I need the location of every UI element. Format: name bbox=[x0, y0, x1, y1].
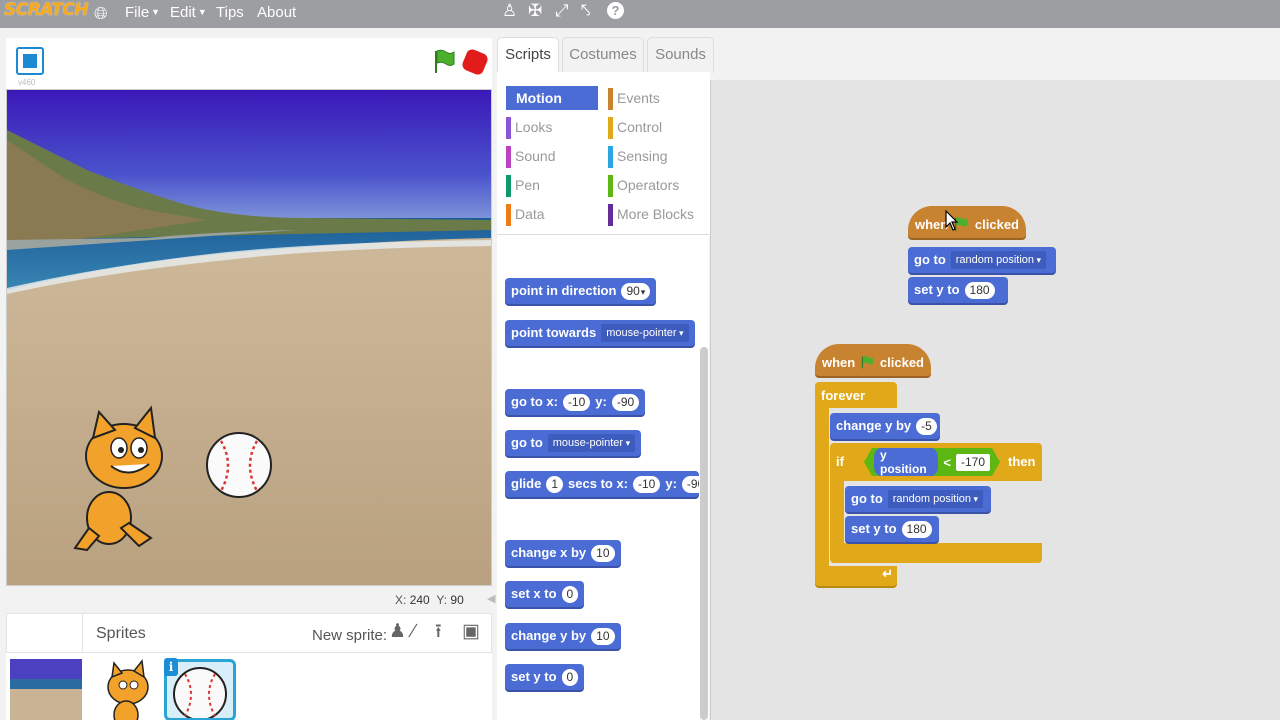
beach-thumbnail bbox=[10, 659, 82, 720]
y-position-reporter[interactable]: y position bbox=[874, 447, 938, 477]
stage-thumbnail-area[interactable] bbox=[7, 614, 83, 654]
loop-arrow-icon: ↵ bbox=[882, 566, 893, 581]
scratch-logo[interactable]: SCRATCH bbox=[4, 0, 89, 20]
block-go-to[interactable]: go to mouse-pointer bbox=[505, 430, 642, 456]
when-flag-clicked-hat-1[interactable]: when clicked bbox=[908, 206, 1026, 238]
file-menu[interactable]: File ▼ bbox=[125, 4, 160, 21]
block-set-x[interactable]: set x to 0 bbox=[505, 581, 585, 607]
stage-thumbnail[interactable] bbox=[10, 659, 82, 720]
cut-icon[interactable]: ✠ bbox=[528, 2, 542, 19]
forever-arm bbox=[815, 408, 829, 568]
sprite-thumbnail-cat[interactable] bbox=[88, 659, 160, 720]
language-globe-icon[interactable]: 🌐︎ bbox=[94, 5, 108, 22]
sprite-list: i bbox=[6, 653, 492, 720]
mouse-cursor-icon bbox=[945, 210, 959, 231]
palette-scrollbar[interactable] bbox=[700, 347, 708, 720]
block-glide[interactable]: glide1secs to x:-10y:-90 bbox=[505, 471, 699, 497]
green-flag-icon bbox=[862, 356, 874, 369]
shrink-icon[interactable]: ⤣ bbox=[581, 2, 591, 19]
category-events[interactable]: Events bbox=[608, 86, 660, 111]
green-flag-icon[interactable] bbox=[432, 48, 456, 74]
color-bar bbox=[608, 204, 613, 227]
help-icon[interactable]: ? bbox=[607, 2, 624, 19]
forever-bottom: ↵ bbox=[815, 566, 897, 586]
fullscreen-icon[interactable] bbox=[16, 47, 44, 75]
mouse-x-value: 240 bbox=[409, 593, 430, 607]
color-bar bbox=[608, 175, 613, 198]
color-bar bbox=[506, 117, 511, 140]
choose-sprite-library-icon[interactable]: ♟ bbox=[389, 622, 406, 641]
category-looks[interactable]: Looks bbox=[506, 115, 552, 140]
if-arm bbox=[830, 481, 844, 543]
set-y-block-2[interactable]: set y to 180 bbox=[845, 516, 939, 542]
color-bar bbox=[608, 117, 613, 140]
version-label: v460 bbox=[18, 78, 36, 87]
color-bar bbox=[608, 146, 613, 169]
if-then-block[interactable]: if y position < -170 then bbox=[830, 443, 1042, 481]
block-change-x[interactable]: change x by 10 bbox=[505, 540, 621, 566]
tips-menu[interactable]: Tips bbox=[216, 4, 244, 21]
beach-backdrop bbox=[7, 90, 491, 585]
chevron-down-icon: ▼ bbox=[151, 7, 161, 17]
category-more-blocks[interactable]: More Blocks bbox=[608, 202, 694, 227]
tab-scripts[interactable]: Scripts bbox=[497, 37, 559, 73]
go-to-random-block-2[interactable]: go to random position bbox=[845, 486, 991, 512]
collapse-arrow-icon[interactable]: ◀ bbox=[487, 592, 495, 605]
color-bar bbox=[608, 88, 613, 111]
block-point-in-direction[interactable]: point in direction 90 bbox=[505, 278, 657, 304]
change-y-block[interactable]: change y by -5 bbox=[830, 413, 940, 439]
about-menu[interactable]: About bbox=[257, 4, 296, 21]
category-control[interactable]: Control bbox=[608, 115, 662, 140]
new-sprite-label: New sprite: bbox=[312, 627, 388, 644]
block-point-towards[interactable]: point towards mouse-pointer bbox=[505, 320, 695, 346]
go-to-random-block-1[interactable]: go to random position bbox=[908, 247, 1056, 273]
less-than-operator[interactable]: y position < -170 bbox=[864, 448, 1000, 476]
paint-new-sprite-icon[interactable]: ∕ bbox=[412, 622, 415, 641]
duplicate-icon[interactable]: ♙ bbox=[502, 2, 517, 19]
block-change-y[interactable]: change y by 10 bbox=[505, 623, 621, 649]
sprites-heading: Sprites bbox=[96, 625, 146, 642]
category-data[interactable]: Data bbox=[506, 202, 545, 227]
script-area[interactable] bbox=[710, 80, 1280, 720]
set-y-block-1[interactable]: set y to 180 bbox=[908, 277, 1008, 303]
when-flag-clicked-hat-2[interactable]: when clicked bbox=[815, 344, 931, 376]
color-bar bbox=[506, 204, 511, 227]
edit-menu[interactable]: Edit ▼ bbox=[170, 4, 207, 21]
category-operators[interactable]: Operators bbox=[608, 173, 679, 198]
stage-canvas[interactable] bbox=[6, 89, 492, 586]
stage-header: v460 bbox=[6, 38, 492, 90]
grow-icon[interactable]: ⤢ bbox=[555, 2, 569, 19]
color-bar bbox=[506, 146, 511, 169]
cat-thumbnail bbox=[107, 659, 149, 720]
category-sensing[interactable]: Sensing bbox=[608, 144, 668, 169]
category-sound[interactable]: Sound bbox=[506, 144, 555, 169]
menu-bar: SCRATCH 🌐︎ File ▼ Edit ▼ Tips About ♙ ✠ ⤢ … bbox=[0, 0, 1280, 28]
mouse-coords: X: 240 Y: 90 bbox=[395, 593, 464, 607]
sprite-pane-header: Sprites New sprite: ♟ ∕ ⭱ ▣ bbox=[6, 613, 492, 654]
block-go-to-xy[interactable]: go to x: -10 y: -90 bbox=[505, 389, 646, 415]
color-bar bbox=[506, 175, 511, 198]
scratch-editor: SCRATCH 🌐︎ File ▼ Edit ▼ Tips About ♙ ✠ ⤢ … bbox=[0, 0, 1280, 720]
baseball-sprite[interactable] bbox=[206, 432, 272, 498]
tab-costumes[interactable]: Costumes bbox=[562, 37, 644, 73]
camera-icon[interactable]: ▣ bbox=[462, 622, 480, 641]
category-pen[interactable]: Pen bbox=[506, 173, 540, 198]
tab-sounds[interactable]: Sounds bbox=[647, 37, 714, 73]
mouse-y-value: 90 bbox=[450, 593, 464, 607]
block-categories: Motion Looks Sound Pen Data Events Contr… bbox=[497, 72, 710, 234]
block-set-y[interactable]: set y to 0 bbox=[505, 664, 585, 690]
chevron-down-icon: ▼ bbox=[197, 7, 207, 17]
forever-block[interactable]: forever bbox=[815, 382, 897, 408]
category-motion[interactable]: Motion bbox=[506, 86, 598, 110]
sprite-info-icon[interactable]: i bbox=[164, 658, 178, 676]
stop-icon[interactable] bbox=[460, 47, 490, 77]
if-bottom bbox=[830, 543, 1042, 563]
upload-sprite-icon[interactable]: ⭱ bbox=[435, 622, 442, 641]
